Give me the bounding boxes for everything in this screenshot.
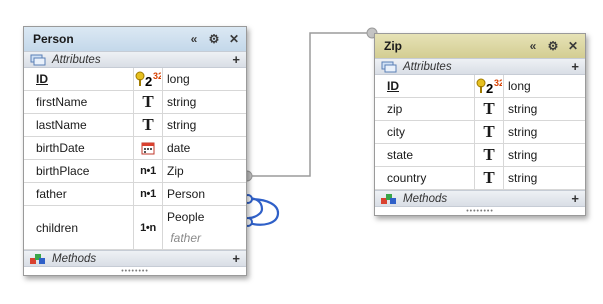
attribute-row[interactable]: children 1•n People father — [24, 206, 246, 250]
attribute-name: ID — [24, 68, 134, 90]
methods-section[interactable]: Methods + — [24, 250, 246, 267]
attribute-type: Person — [162, 183, 205, 205]
zip-header[interactable]: Zip « ⚙ ✕ — [375, 34, 585, 58]
attribute-type: date — [162, 137, 190, 159]
attribute-name: country — [375, 167, 475, 189]
father-children-self-link[interactable] — [246, 197, 280, 226]
add-method-button[interactable]: + — [571, 191, 579, 206]
attribute-row[interactable]: ID 2 32 long — [24, 68, 246, 91]
attributes-icon — [30, 54, 46, 65]
attribute-name: birthDate — [24, 137, 134, 159]
text-type-icon: T — [483, 99, 495, 118]
section-label: Methods — [403, 192, 448, 205]
relation-icon: n•1 — [140, 188, 156, 200]
attribute-type: string — [162, 114, 196, 136]
svg-text:32: 32 — [153, 71, 161, 81]
add-attribute-button[interactable]: + — [571, 59, 579, 74]
person-header[interactable]: Person « ⚙ ✕ — [24, 27, 246, 51]
methods-section[interactable]: Methods + — [375, 190, 585, 207]
attributes-icon — [381, 61, 397, 72]
section-label: Attributes — [52, 53, 101, 66]
entity-title: Person — [33, 32, 74, 46]
attribute-row[interactable]: birthPlace n•1 Zip — [24, 160, 246, 183]
attribute-row[interactable]: lastName T string — [24, 114, 246, 137]
resize-grip[interactable]: •••••••• — [375, 207, 585, 215]
close-icon[interactable]: ✕ — [567, 39, 579, 53]
methods-icon — [30, 253, 45, 264]
entity-title: Zip — [384, 39, 402, 53]
calendar-icon — [134, 137, 162, 159]
attribute-row[interactable]: zip T string — [375, 98, 585, 121]
svg-text:2: 2 — [486, 81, 493, 95]
attribute-name: state — [375, 144, 475, 166]
text-type-icon: T — [483, 168, 495, 187]
attribute-type: long — [503, 75, 531, 97]
resize-grip[interactable]: •••••••• — [24, 267, 246, 275]
birthplace-to-zip-connector[interactable] — [247, 32, 372, 177]
attribute-name: city — [375, 121, 475, 143]
attribute-name: father — [24, 183, 134, 205]
gear-icon[interactable]: ⚙ — [547, 39, 559, 53]
section-label: Methods — [52, 252, 97, 265]
attribute-name: children — [24, 206, 134, 249]
attribute-row[interactable]: firstName T string — [24, 91, 246, 114]
attribute-type: People — [167, 209, 205, 224]
gear-icon[interactable]: ⚙ — [208, 32, 220, 46]
attributes-section[interactable]: Attributes + — [375, 58, 585, 75]
attribute-type: long — [162, 68, 190, 90]
attribute-type: string — [503, 144, 537, 166]
attribute-type: string — [162, 91, 196, 113]
attribute-row[interactable]: ID 2 32 long — [375, 75, 585, 98]
svg-text:2: 2 — [145, 74, 152, 88]
relation-icon: 1•n — [140, 221, 156, 234]
svg-text:32: 32 — [494, 78, 502, 88]
attribute-name: lastName — [24, 114, 134, 136]
attribute-type: string — [503, 167, 537, 189]
add-attribute-button[interactable]: + — [232, 52, 240, 67]
close-icon[interactable]: ✕ — [228, 32, 240, 46]
attribute-row[interactable]: country T string — [375, 167, 585, 190]
attributes-section[interactable]: Attributes + — [24, 51, 246, 68]
add-method-button[interactable]: + — [232, 251, 240, 266]
key-number-icon: 2 32 — [134, 68, 162, 90]
attribute-type: string — [503, 98, 537, 120]
attribute-type: Zip — [162, 160, 184, 182]
collapse-icon[interactable]: « — [188, 32, 200, 46]
text-type-icon: T — [483, 122, 495, 141]
relation-icon: n•1 — [140, 165, 156, 177]
attribute-row[interactable]: state T string — [375, 144, 585, 167]
collapse-icon[interactable]: « — [527, 39, 539, 53]
attribute-name: zip — [375, 98, 475, 120]
methods-icon — [381, 193, 396, 204]
attribute-name: firstName — [24, 91, 134, 113]
zip-entity[interactable]: Zip « ⚙ ✕ Attributes + ID 2 32 long zip … — [374, 33, 586, 216]
attribute-type: string — [503, 121, 537, 143]
attribute-row[interactable]: father n•1 Person — [24, 183, 246, 206]
text-type-icon: T — [483, 145, 495, 164]
section-label: Attributes — [403, 60, 452, 73]
inverse-attribute: father — [170, 230, 202, 245]
person-entity[interactable]: Person « ⚙ ✕ Attributes + ID 2 32 long f… — [23, 26, 247, 276]
text-type-icon: T — [142, 115, 154, 134]
text-type-icon: T — [142, 92, 154, 111]
key-number-icon: 2 32 — [475, 75, 503, 97]
attribute-row[interactable]: birthDate date — [24, 137, 246, 160]
attribute-name: ID — [375, 75, 475, 97]
attribute-row[interactable]: city T string — [375, 121, 585, 144]
attribute-name: birthPlace — [24, 160, 134, 182]
